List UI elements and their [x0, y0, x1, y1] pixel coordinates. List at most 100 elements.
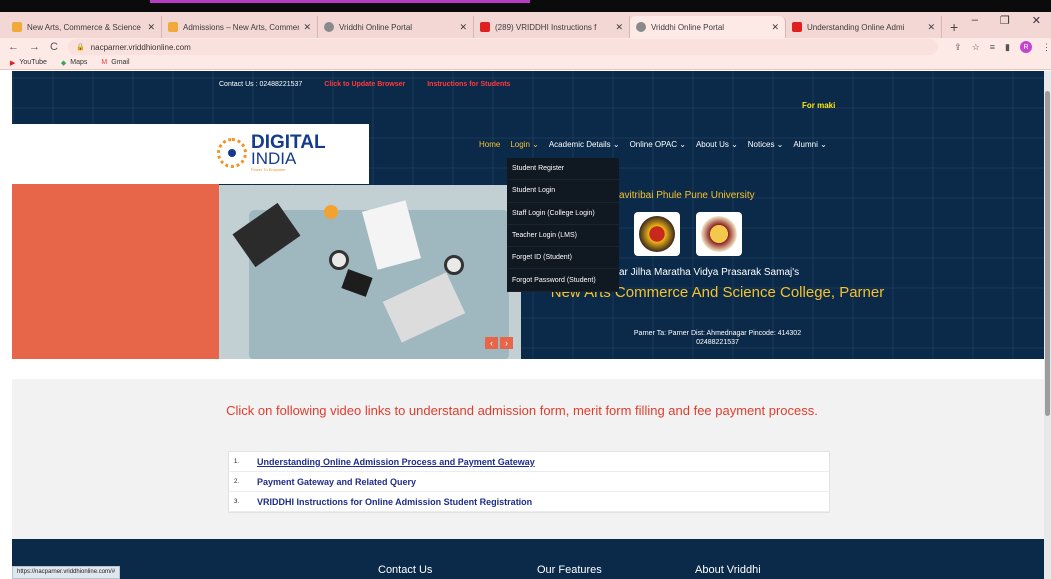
video-link[interactable]: Understanding Online Admission Process a…: [257, 457, 535, 467]
close-icon[interactable]: ✕: [1032, 14, 1041, 27]
profile-avatar[interactable]: R: [1020, 41, 1032, 53]
menu-item-student-login[interactable]: Student Login: [507, 180, 619, 203]
nav-about-us[interactable]: About Us ⌄: [696, 140, 738, 149]
cup-shape: [329, 250, 349, 270]
digital-india-emblem-icon: [217, 138, 247, 168]
menu-item-staff-login[interactable]: Staff Login (College Login): [507, 203, 619, 225]
tab-title: (289) VRIDDHI Instructions f: [495, 22, 597, 32]
update-browser-link[interactable]: Click to Update Browser: [324, 81, 405, 88]
slider-arrows: ‹ ›: [485, 337, 513, 349]
phone-line: 02488221537: [696, 339, 739, 346]
close-tab-icon[interactable]: ✕: [147, 22, 155, 33]
nav-academic-details[interactable]: Academic Details ⌄: [549, 140, 620, 149]
slider-next-button[interactable]: ›: [500, 337, 513, 349]
browser-tab[interactable]: (289) VRIDDHI Instructions f ✕: [474, 16, 630, 38]
samaj-name: ar Jilha Maratha Vidya Prasarak Samaj's: [619, 267, 800, 278]
list-item: 3. VRIDDHI Instructions for Online Admis…: [229, 492, 829, 512]
logo-line2: INDIA: [251, 149, 297, 168]
nav-login[interactable]: Login ⌄: [510, 140, 539, 149]
footer-about-heading: About Vriddhi: [695, 564, 761, 576]
youtube-icon: [792, 22, 802, 32]
video-list: 1. Understanding Online Admission Proces…: [228, 451, 830, 513]
scrollbar-thumb[interactable]: [1045, 91, 1050, 416]
close-tab-icon[interactable]: ✕: [459, 22, 467, 33]
list-item: 1. Understanding Online Admission Proces…: [229, 452, 829, 472]
toolbar-icons: ⇪ ☆ ≡ ▮ R ⋮: [954, 41, 1051, 53]
contact-number: Contact Us : 02488221537: [219, 81, 303, 88]
favicon-icon: [12, 22, 22, 32]
list-item: 2. Payment Gateway and Related Query: [229, 472, 829, 492]
menu-item-student-register[interactable]: Student Register: [507, 158, 619, 181]
tab-title: Understanding Online Admi: [807, 22, 905, 32]
address-bar[interactable]: 🔒 nacparner.vriddhionline.com: [67, 39, 939, 55]
contact-bar: Contact Us : 02488221537 Click to Update…: [219, 81, 510, 88]
nav-online-opac[interactable]: Online OPAC ⌄: [630, 140, 686, 149]
video-link[interactable]: Payment Gateway and Related Query: [257, 477, 416, 487]
bookmark-label: YouTube: [19, 59, 47, 66]
close-tab-icon[interactable]: ✕: [771, 22, 779, 33]
bookmark-label: Gmail: [111, 59, 130, 66]
youtube-icon: ▶: [10, 59, 16, 67]
scrollbar[interactable]: [1044, 71, 1051, 579]
video-heading: Click on following video links to unders…: [226, 403, 818, 418]
close-tab-icon[interactable]: ✕: [615, 22, 623, 33]
tab-title: New Arts, Commerce & Science: [27, 22, 141, 32]
maximize-icon[interactable]: ❐: [1000, 14, 1010, 27]
bookmark-gmail[interactable]: M Gmail: [101, 59, 129, 66]
tab-title: Admissions – New Arts, Commer: [183, 22, 300, 32]
video-links-section: Click on following video links to unders…: [12, 379, 1044, 539]
url-text: nacparner.vriddhionline.com: [90, 42, 191, 52]
slider-prev-button[interactable]: ‹: [485, 337, 498, 349]
favicon-icon: [636, 22, 646, 32]
browser-tab-active[interactable]: Vriddhi Online Portal ✕: [630, 16, 786, 38]
reload-icon[interactable]: C: [50, 41, 58, 53]
college-seal-icon: [696, 212, 742, 256]
tab-title: Vriddhi Online Portal: [339, 22, 413, 32]
tab-title: Vriddhi Online Portal: [651, 22, 725, 32]
share-icon[interactable]: ⇪: [954, 42, 962, 53]
university-seal-icon: [634, 212, 680, 256]
menu-icon[interactable]: ⋮: [1042, 42, 1051, 53]
video-link[interactable]: VRIDDHI Instructions for Online Admissio…: [257, 497, 532, 507]
browser-tab[interactable]: Understanding Online Admi ✕: [786, 16, 942, 38]
university-name: avitribai Phule Pune University: [619, 190, 755, 201]
menu-item-forget-id[interactable]: Forget ID (Student): [507, 247, 619, 270]
new-tab-button[interactable]: +: [950, 16, 958, 38]
orange-panel: [12, 184, 219, 359]
minimize-icon[interactable]: –: [972, 14, 978, 27]
spacer: [12, 359, 1044, 379]
close-tab-icon[interactable]: ✕: [927, 22, 935, 33]
list-number: 3.: [234, 498, 240, 505]
bookmark-maps[interactable]: ◆ Maps: [61, 59, 88, 67]
instructions-link[interactable]: Instructions for Students: [427, 81, 510, 88]
cup-shape: [324, 205, 338, 219]
star-icon[interactable]: ☆: [972, 42, 980, 53]
nav-home[interactable]: Home: [479, 140, 500, 149]
forward-icon[interactable]: →: [29, 41, 40, 53]
bookmarks-bar: ▶ YouTube ◆ Maps M Gmail: [0, 56, 1051, 70]
lock-icon: 🔒: [75, 44, 85, 51]
menu-item-teacher-login[interactable]: Teacher Login (LMS): [507, 225, 619, 248]
footer-contact-heading: Contact Us: [378, 564, 433, 576]
browser-tab[interactable]: New Arts, Commerce & Science ✕: [6, 16, 162, 38]
nav-notices[interactable]: Notices ⌄: [748, 140, 784, 149]
tab-bar: New Arts, Commerce & Science ✕ Admissions…: [0, 12, 1051, 38]
bookmark-youtube[interactable]: ▶ YouTube: [10, 59, 47, 67]
sidepanel-icon[interactable]: ▮: [1005, 42, 1010, 53]
nav-alumni[interactable]: Alumni ⌄: [793, 140, 826, 149]
browser-tab[interactable]: Admissions – New Arts, Commer ✕: [162, 16, 318, 38]
close-tab-icon[interactable]: ✕: [303, 22, 311, 33]
digital-india-logo[interactable]: DIGITAL INDIA Power To Empower: [217, 133, 326, 172]
back-icon[interactable]: ←: [8, 41, 19, 53]
maps-icon: ◆: [60, 59, 67, 67]
favicon-icon: [324, 22, 334, 32]
browser-tab[interactable]: Vriddhi Online Portal ✕: [318, 16, 474, 38]
favicon-icon: [168, 22, 178, 32]
college-address: Parner Ta: Parner Dist: Ahmednagar Pinco…: [525, 329, 910, 347]
web-page: Contact Us : 02488221537 Click to Update…: [12, 71, 1044, 579]
menu-item-forgot-password[interactable]: Forgot Password (Student): [507, 269, 619, 292]
queue-icon[interactable]: ≡: [990, 42, 995, 52]
address-row: ← → C 🔒 nacparner.vriddhionline.com ⇪ ☆ …: [0, 38, 1051, 56]
bookmark-label: Maps: [70, 59, 88, 66]
main-nav: Home Login ⌄ Academic Details ⌄ Online O…: [479, 140, 827, 149]
